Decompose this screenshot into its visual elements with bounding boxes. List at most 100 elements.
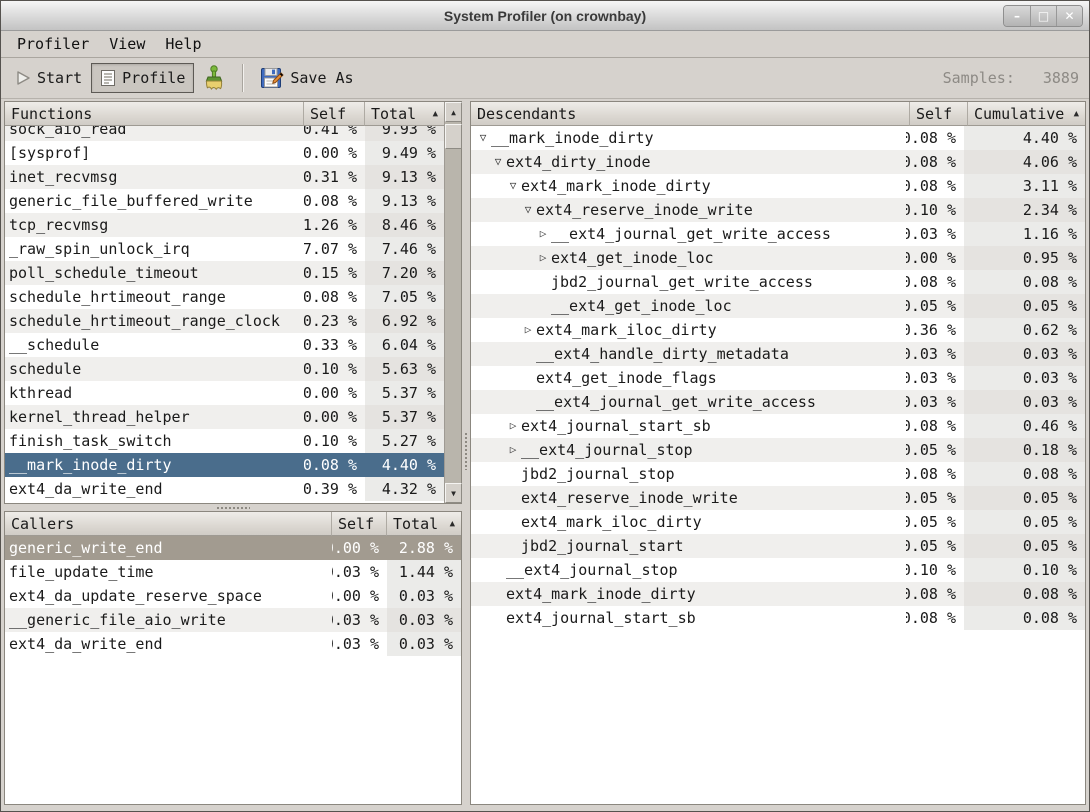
functions-row[interactable]: poll_schedule_timeout0.15 %7.20 % [5,261,444,285]
descendants-row[interactable]: __ext4_journal_stop0.10 %0.10 % [471,558,1085,582]
functions-row[interactable]: kthread0.00 %5.37 % [5,381,444,405]
descendants-row[interactable]: ▷ext4_get_inode_loc0.00 %0.95 % [471,246,1085,270]
document-icon [100,69,116,87]
minimize-button[interactable]: – [1004,6,1030,26]
self-value-cell: 0.00 % [332,536,387,560]
descendants-row[interactable]: ext4_reserve_inode_write0.05 %0.05 % [471,486,1085,510]
descendant-name-cell: __ext4_journal_stop [471,558,906,582]
descendants-row[interactable]: ▽__mark_inode_dirty0.08 %4.40 % [471,126,1085,150]
save-as-button[interactable]: Save As [251,60,362,96]
functions-row[interactable]: __mark_inode_dirty0.08 %4.40 % [5,453,444,477]
descendants-self-column-header[interactable]: Self [910,102,968,126]
self-value-cell: 0.33 % [304,333,365,357]
expander-collapsed-icon[interactable]: ▷ [535,246,551,270]
expander-collapsed-icon[interactable]: ▷ [505,438,521,462]
close-button[interactable]: ✕ [1056,6,1082,26]
descendants-row[interactable]: __ext4_handle_dirty_metadata0.03 %0.03 % [471,342,1085,366]
total-column-header[interactable]: Total ▲ [365,102,444,126]
functions-column-header[interactable]: Functions [5,102,304,126]
expander-expanded-icon[interactable]: ▽ [505,174,521,198]
functions-row[interactable]: _raw_spin_unlock_irq7.07 %7.46 % [5,237,444,261]
expander-collapsed-icon[interactable]: ▷ [535,222,551,246]
total-value-cell: 1.44 % [387,560,461,584]
scroll-up-button[interactable]: ▲ [445,102,462,122]
menu-profiler[interactable]: Profiler [7,33,99,55]
descendants-row[interactable]: ▽ext4_reserve_inode_write0.10 %2.34 % [471,198,1085,222]
start-button[interactable]: Start [7,63,91,93]
splitter-grip [216,506,250,510]
menu-help[interactable]: Help [155,33,211,55]
descendant-name-cell: ▷__ext4_journal_get_write_access [471,222,906,246]
vertical-pane-splitter[interactable] [462,101,470,805]
descendants-row[interactable]: __ext4_journal_get_write_access0.03 %0.0… [471,390,1085,414]
maximize-button[interactable]: □ [1030,6,1056,26]
expander-expanded-icon[interactable]: ▽ [490,150,506,174]
functions-row[interactable]: tcp_recvmsg1.26 %8.46 % [5,213,444,237]
descendants-row[interactable]: ext4_mark_iloc_dirty0.05 %0.05 % [471,510,1085,534]
functions-scrollbar[interactable]: ▲ ▼ [444,102,461,503]
functions-row[interactable]: sock_aio_read0.41 %9.93 % [5,126,444,141]
total-value-cell: 4.32 % [365,477,444,501]
callers-total-column-header[interactable]: Total ▲ [387,512,461,536]
descendants-row[interactable]: jbd2_journal_stop0.08 %0.08 % [471,462,1085,486]
descendants-row[interactable]: ▷__ext4_journal_stop0.05 %0.18 % [471,438,1085,462]
callers-row[interactable]: ext4_da_write_end0.03 %0.03 % [5,632,461,656]
functions-row[interactable]: finish_task_switch0.10 %5.27 % [5,429,444,453]
callers-column-header[interactable]: Callers [5,512,332,536]
descendants-row[interactable]: ▷ext4_journal_start_sb0.08 %0.46 % [471,414,1085,438]
functions-row[interactable]: __schedule0.33 %6.04 % [5,333,444,357]
function-name-cell: finish_task_switch [5,429,304,453]
descendants-row[interactable]: ▽ext4_mark_inode_dirty0.08 %3.11 % [471,174,1085,198]
descendants-row[interactable]: jbd2_journal_start0.05 %0.05 % [471,534,1085,558]
expander-expanded-icon[interactable]: ▽ [520,198,536,222]
functions-row[interactable]: generic_file_buffered_write0.08 %9.13 % [5,189,444,213]
self-value-cell: 0.08 % [304,285,365,309]
callers-row[interactable]: file_update_time0.03 %1.44 % [5,560,461,584]
functions-row[interactable]: schedule_hrtimeout_range_clock0.23 %6.92… [5,309,444,333]
scroll-down-button[interactable]: ▼ [445,483,462,503]
callers-row[interactable]: generic_write_end0.00 %2.88 % [5,536,461,560]
self-value-cell: 0.10 % [906,198,964,222]
scrollbar-thumb[interactable] [445,124,462,149]
titlebar[interactable]: System Profiler (on crownbay) – □ ✕ [1,1,1089,31]
callers-row[interactable]: __generic_file_aio_write0.03 %0.03 % [5,608,461,632]
functions-row[interactable]: kernel_thread_helper0.00 %5.37 % [5,405,444,429]
menu-view[interactable]: View [99,33,155,55]
function-name-cell: schedule_hrtimeout_range [5,285,304,309]
self-column-header[interactable]: Self [304,102,365,126]
functions-row[interactable]: [sysprof]0.00 %9.49 % [5,141,444,165]
functions-row[interactable]: schedule0.10 %5.63 % [5,357,444,381]
expander-collapsed-icon[interactable]: ▷ [505,414,521,438]
total-value-cell: 4.40 % [365,453,444,477]
descendants-row[interactable]: ▽ext4_dirty_inode0.08 %4.06 % [471,150,1085,174]
horizontal-pane-splitter[interactable] [4,504,462,511]
descendants-row[interactable]: ▷ext4_mark_iloc_dirty0.36 %0.62 % [471,318,1085,342]
self-value-cell: 0.41 % [304,126,365,141]
self-value-cell: 0.10 % [906,558,964,582]
descendants-row[interactable]: __ext4_get_inode_loc0.05 %0.05 % [471,294,1085,318]
descendants-row[interactable]: ext4_journal_start_sb0.08 %0.08 % [471,606,1085,630]
expander-expanded-icon[interactable]: ▽ [475,126,491,150]
descendants-row[interactable]: ▷__ext4_journal_get_write_access0.03 %1.… [471,222,1085,246]
self-value-cell: 0.05 % [906,510,964,534]
descendants-column-header[interactable]: Descendants [471,102,910,126]
cumulative-column-header[interactable]: Cumulative ▲ [968,102,1085,126]
descendant-name-label: __ext4_journal_get_write_access [536,393,816,411]
descendants-row[interactable]: ext4_mark_inode_dirty0.08 %0.08 % [471,582,1085,606]
callers-self-column-header[interactable]: Self [332,512,387,536]
functions-row[interactable]: inet_recvmsg0.31 %9.13 % [5,165,444,189]
descendant-name-cell: ext4_mark_iloc_dirty [471,510,906,534]
expander-collapsed-icon[interactable]: ▷ [520,318,536,342]
descendants-row[interactable]: ext4_get_inode_flags0.03 %0.03 % [471,366,1085,390]
reset-button[interactable] [194,59,234,97]
descendants-row[interactable]: jbd2_journal_get_write_access0.08 %0.08 … [471,270,1085,294]
functions-row[interactable]: schedule_hrtimeout_range0.08 %7.05 % [5,285,444,309]
profile-button[interactable]: Profile [91,63,194,93]
callers-row[interactable]: ext4_da_update_reserve_space0.00 %0.03 % [5,584,461,608]
total-value-cell: 6.92 % [365,309,444,333]
self-value-cell: 0.08 % [304,453,365,477]
cumulative-value-cell: 0.08 % [964,270,1085,294]
descendant-name-label: ext4_reserve_inode_write [536,201,753,219]
functions-row[interactable]: ext4_da_write_end0.39 %4.32 % [5,477,444,501]
menubar: Profiler View Help [1,31,1089,58]
